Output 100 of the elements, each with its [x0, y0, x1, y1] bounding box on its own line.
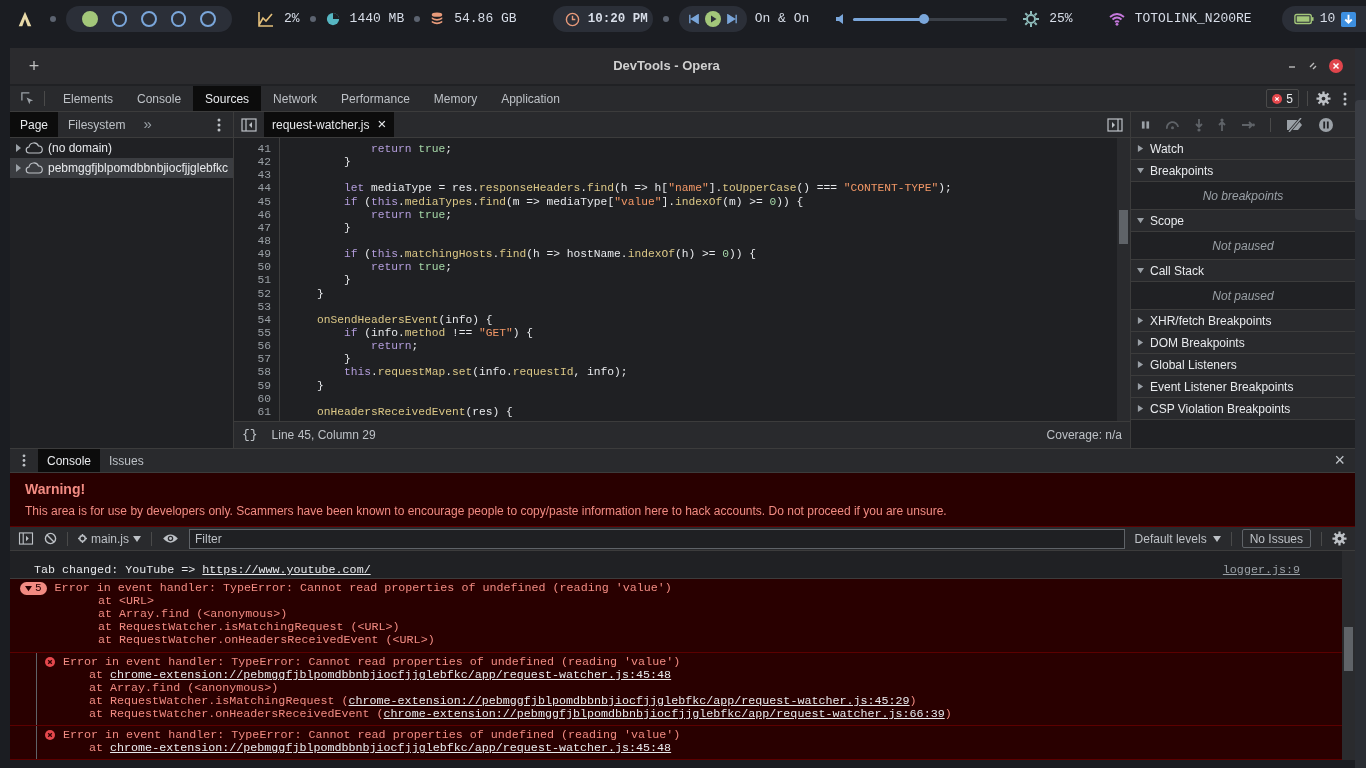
expand-arrow-icon[interactable] [1137, 405, 1144, 412]
repeat-count-badge[interactable]: 5 [20, 582, 47, 595]
devtools-tab[interactable]: Application [489, 86, 572, 111]
code-line: } [343, 274, 351, 288]
source-link[interactable]: https://www.youtube.com/ [202, 563, 371, 577]
tree-item[interactable]: (no domain) [10, 138, 233, 158]
close-tab-button[interactable]: × [377, 113, 387, 136]
pretty-print-button[interactable]: {} [242, 425, 258, 445]
logo-icon[interactable] [16, 10, 34, 28]
devtools-tab[interactable]: Sources [193, 86, 262, 111]
navigator-tab[interactable]: Page [10, 112, 59, 137]
source-link[interactable]: chrome-extension://pebmggfjblpomdbbnbjiocfjjglebfkc/app/request-watcher.js:45:48 [110, 741, 672, 755]
step-over-icon[interactable] [1165, 119, 1180, 130]
drawer-tab[interactable]: Console [38, 449, 101, 472]
code-line: } [343, 353, 351, 367]
devtools-tab[interactable]: Memory [421, 86, 490, 111]
issues-button[interactable]: No Issues [1241, 529, 1311, 548]
section-header[interactable]: DOM Breakpoints [1131, 332, 1355, 354]
devtools-tab[interactable]: Elements [51, 86, 126, 111]
context-label: main.js [91, 530, 129, 548]
navigator-tab[interactable]: Filesystem [58, 112, 136, 137]
volume-slider[interactable] [853, 17, 1008, 21]
settings-icon[interactable] [1316, 91, 1331, 106]
collapse-arrow-icon[interactable] [1137, 267, 1144, 274]
play-icon[interactable] [704, 11, 721, 27]
line-number: 49 [257, 248, 271, 262]
more-options-icon[interactable] [22, 454, 26, 467]
stack-frame: at chrome-extension://pebmggfjblpomdbbnbjiocfjjglebfkc/app/request-watcher.js:45:48 [45, 742, 672, 755]
devtools-tab[interactable]: Performance [329, 86, 422, 111]
source-link[interactable]: chrome-extension://pebmggfjblpomdbbnbjiocfjjglebfkc/app/request-watcher.js:66:39 [383, 707, 945, 721]
close-icon[interactable] [1329, 59, 1343, 73]
workspace-indicator[interactable] [200, 11, 216, 27]
more-options-icon[interactable] [1343, 91, 1347, 106]
pause-on-exceptions-icon[interactable] [1319, 117, 1333, 132]
workspace-indicator[interactable] [170, 11, 187, 27]
collapse-arrow-icon[interactable] [25, 585, 32, 592]
code-line: } [316, 379, 324, 393]
settings-icon[interactable] [1332, 531, 1347, 546]
deactivate-breakpoints-icon[interactable] [1286, 117, 1304, 132]
log-levels-dropdown[interactable]: Default levels [1134, 529, 1221, 548]
error-icon [1272, 93, 1283, 104]
scrollbar[interactable] [1117, 138, 1130, 421]
previous-icon[interactable] [688, 14, 699, 24]
clear-console-icon[interactable] [44, 532, 57, 545]
source-link[interactable]: chrome-extension://pebmggfjblpomdbbnbjiocfjjglebfkc/app/request-watcher.js:45:29 [348, 694, 910, 708]
eye-icon[interactable] [162, 533, 179, 544]
section-header[interactable]: Watch [1131, 138, 1355, 160]
drawer-tab[interactable]: Issues [100, 449, 153, 472]
disk-usage: 54.86 GB [454, 10, 517, 29]
scrollbar[interactable] [1342, 551, 1355, 760]
step-out-icon[interactable] [1218, 117, 1226, 132]
step-into-icon[interactable] [1195, 117, 1203, 132]
toggle-navigator-icon[interactable] [241, 117, 257, 132]
context-selector[interactable]: main.js [78, 529, 141, 548]
inspect-icon[interactable] [19, 91, 35, 106]
section-header[interactable]: Scope [1131, 210, 1355, 232]
expand-arrow-icon[interactable] [14, 144, 22, 152]
more-options-icon[interactable] [217, 117, 221, 132]
collapse-arrow-icon[interactable] [1137, 167, 1144, 174]
error-count-badge[interactable]: 5 [1266, 89, 1299, 108]
expand-arrow-icon[interactable] [1137, 339, 1144, 346]
source-link[interactable]: logger.js:9 [1222, 564, 1300, 577]
section-header[interactable]: Event Listener Breakpoints [1131, 376, 1355, 398]
section-header[interactable]: Breakpoints [1131, 160, 1355, 182]
line-number: 54 [257, 313, 271, 327]
tree-item[interactable]: pebmggfjblpomdbbnbjiocfjjglebfkc [10, 158, 233, 178]
new-tab-button[interactable]: + [22, 52, 46, 80]
expand-arrow-icon[interactable] [1137, 383, 1144, 390]
brightness-level: 25% [1049, 10, 1073, 29]
line-number: 55 [257, 326, 271, 341]
more-tabs-button[interactable]: » [135, 112, 160, 137]
devtools-tab[interactable]: Console [125, 86, 194, 111]
maximize-icon[interactable] [1308, 61, 1318, 71]
next-icon[interactable] [726, 14, 737, 24]
collapse-arrow-icon[interactable] [1137, 217, 1144, 224]
step-icon[interactable] [1241, 120, 1255, 129]
section-title: XHR/fetch Breakpoints [1150, 312, 1272, 330]
source-link[interactable]: chrome-extension://pebmggfjblpomdbbnbjiocfjjglebfkc/app/request-watcher.js:45:48 [110, 668, 672, 682]
section-title: DOM Breakpoints [1150, 334, 1245, 352]
line-number: 53 [257, 300, 271, 314]
expand-arrow-icon[interactable] [1137, 361, 1144, 368]
devtools-tab[interactable]: Network [261, 86, 330, 111]
workspace-indicator[interactable] [141, 11, 157, 27]
close-drawer-button[interactable]: × [1324, 449, 1355, 472]
expand-arrow-icon[interactable] [14, 164, 22, 172]
sidebar-toggle-icon[interactable] [18, 532, 34, 545]
section-header[interactable]: Global Listeners [1131, 354, 1355, 376]
toggle-debugger-icon[interactable] [1107, 117, 1123, 132]
workspace-indicator[interactable] [111, 11, 128, 27]
expand-arrow-icon[interactable] [1137, 317, 1144, 324]
download-icon[interactable] [1341, 11, 1357, 27]
pause-icon[interactable] [1141, 119, 1150, 130]
line-number: 56 [257, 340, 271, 354]
file-tab[interactable]: request-watcher.js × [264, 112, 395, 137]
section-header[interactable]: CSP Violation Breakpoints [1131, 398, 1355, 420]
expand-arrow-icon[interactable] [1137, 145, 1144, 152]
workspace-indicator[interactable] [82, 11, 98, 27]
filter-input[interactable]: Filter [189, 528, 1125, 549]
section-header[interactable]: XHR/fetch Breakpoints [1131, 310, 1355, 332]
section-header[interactable]: Call Stack [1131, 260, 1355, 282]
